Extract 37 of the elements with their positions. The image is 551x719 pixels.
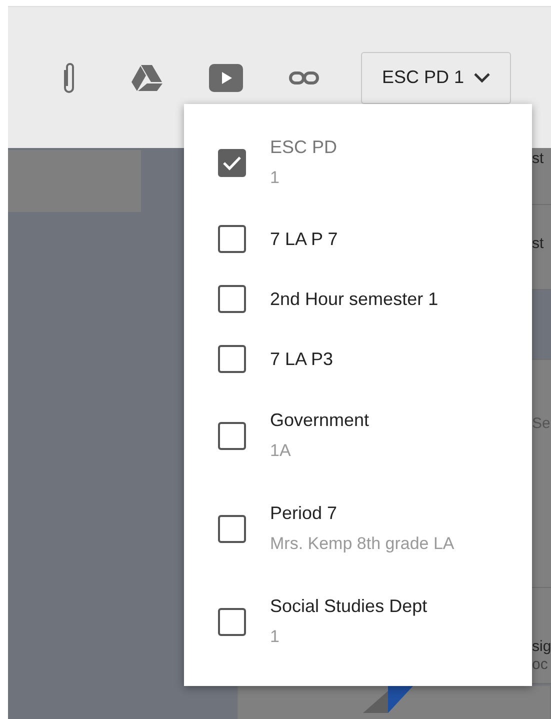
class-option[interactable]: Government 1A bbox=[184, 389, 532, 482]
checkbox[interactable] bbox=[218, 148, 246, 176]
class-name: 2nd Hour semester 1 bbox=[270, 288, 438, 310]
class-option[interactable]: ESC PD 1 bbox=[184, 116, 532, 209]
class-name: ESC PD bbox=[270, 137, 338, 158]
class-option[interactable]: 7 LA P 7 bbox=[184, 209, 532, 269]
cut-text: sig bbox=[532, 638, 551, 656]
checkbox[interactable] bbox=[218, 345, 246, 373]
class-section: 1 bbox=[270, 168, 338, 188]
checkbox[interactable] bbox=[218, 514, 246, 542]
triangle-logo-icon[interactable] bbox=[131, 64, 163, 92]
class-section: 1 bbox=[270, 627, 428, 647]
class-name: 7 LA P 7 bbox=[270, 228, 338, 250]
corner-drawing bbox=[363, 686, 413, 713]
checkmark-icon bbox=[222, 154, 242, 170]
class-selector[interactable]: ESC PD 1 bbox=[361, 52, 511, 104]
checkbox[interactable] bbox=[218, 608, 246, 636]
class-name: Government bbox=[270, 410, 370, 431]
class-section: 1A bbox=[270, 441, 370, 461]
link-icon[interactable] bbox=[289, 70, 319, 84]
cut-text: st bbox=[532, 150, 544, 167]
chevron-icon bbox=[474, 72, 490, 82]
play-icon[interactable] bbox=[209, 64, 243, 92]
class-option[interactable]: 7 LA P3 bbox=[184, 329, 532, 389]
cut-text: oc bbox=[532, 656, 549, 674]
class-name: 7 LA P3 bbox=[270, 348, 334, 370]
class-section: Mrs. Kemp 8th grade LA bbox=[270, 534, 454, 554]
cut-text: st bbox=[532, 235, 544, 252]
class-option[interactable]: Period 7 Mrs. Kemp 8th grade LA bbox=[184, 482, 532, 575]
class-name: Social Studies Dept bbox=[270, 596, 428, 617]
checkbox[interactable] bbox=[218, 285, 246, 313]
class-option[interactable]: 2nd Hour semester 1 bbox=[184, 269, 532, 329]
class-option[interactable]: Social Studies Dept 1 bbox=[184, 575, 532, 668]
class-name: Period 7 bbox=[270, 503, 338, 524]
paperclip-icon[interactable] bbox=[62, 60, 76, 94]
checkbox[interactable] bbox=[218, 422, 246, 450]
checkbox[interactable] bbox=[218, 225, 246, 253]
